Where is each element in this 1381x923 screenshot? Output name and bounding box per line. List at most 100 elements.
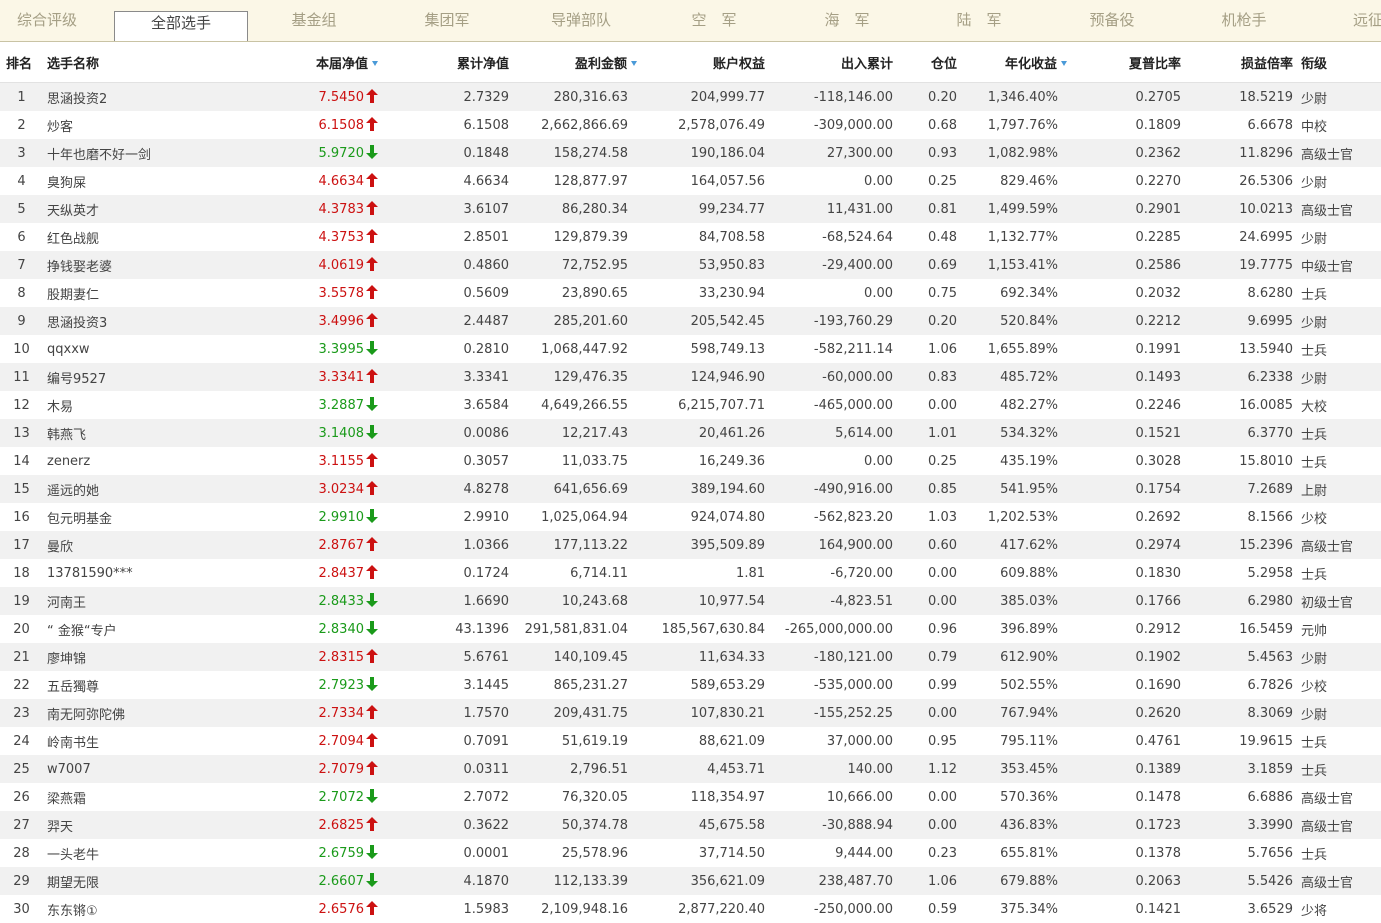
profit-cell: 209,431.75 (509, 699, 637, 727)
player-name[interactable]: 13781590*** (43, 559, 261, 587)
table-row[interactable]: 19 河南王 2.8433 1.6690 10,243.68 10,977.54 -4,82… (0, 587, 1381, 615)
position-cell: 0.83 (893, 363, 957, 391)
tab-1[interactable]: 全部选手 (114, 11, 248, 41)
pl-ratio-cell: 13.5940 (1181, 335, 1293, 363)
player-name[interactable]: qqxxw (43, 335, 261, 363)
equity-cell: 1.81 (637, 559, 765, 587)
col-header-pl-ratio[interactable]: 损益倍率 (1181, 42, 1293, 83)
tab-0[interactable]: 综合评级 (17, 0, 77, 41)
tab-10[interactable]: 远征 (1353, 0, 1381, 41)
table-row[interactable]: 7 挣钱娶老婆 4.0619 0.4860 72,752.95 53,950.83 -29,… (0, 251, 1381, 279)
table-row[interactable]: 15 遥远的她 3.0234 4.8278 641,656.69 389,194.60 -4… (0, 475, 1381, 503)
table-row[interactable]: 12 木易 3.2887 3.6584 4,649,266.55 6,215,707.71… (0, 391, 1381, 419)
player-name[interactable]: 河南王 (43, 587, 261, 615)
player-name[interactable]: 编号9527 (43, 363, 261, 391)
table-row[interactable]: 29 期望无限 2.6607 4.1870 112,133.39 356,621.09 23… (0, 867, 1381, 895)
table-row[interactable]: 30 东东锵① 2.6576 1.5983 2,109,948.16 2,877,220.… (0, 895, 1381, 923)
player-name[interactable]: w7007 (43, 755, 261, 783)
player-name[interactable]: 包元明基金 (43, 503, 261, 531)
player-name[interactable]: 遥远的她 (43, 475, 261, 503)
col-header-title[interactable]: 衔级 (1293, 42, 1381, 83)
table-row[interactable]: 11 编号9527 3.3341 3.3341 129,476.35 124,946.90… (0, 363, 1381, 391)
table-row[interactable]: 5 天纵英才 4.3783 3.6107 86,280.34 99,234.77 11,43… (0, 195, 1381, 223)
table-row[interactable]: 14 zenerz 3.1155 0.3057 11,033.75 16,249.36 0.… (0, 447, 1381, 475)
tab-7[interactable]: 陆 军 (956, 0, 1001, 41)
player-name[interactable]: 南无阿弥陀佛 (43, 699, 261, 727)
table-row[interactable]: 1 思涵投资2 7.5450 2.7329 280,316.63 204,999.77 -1… (0, 82, 1381, 111)
table-row[interactable]: 10 qqxxw 3.3995 0.2810 1,068,447.92 598,749.1… (0, 335, 1381, 363)
player-name[interactable]: 木易 (43, 391, 261, 419)
tab-6[interactable]: 海 军 (824, 0, 869, 41)
col-header-rank[interactable]: 排名 (0, 42, 43, 83)
table-row[interactable]: 28 一头老牛 2.6759 0.0001 25,578.96 37,714.50 9,44… (0, 839, 1381, 867)
table-row[interactable]: 22 五岳獨尊 2.7923 3.1445 865,231.27 589,653.29 -5… (0, 671, 1381, 699)
table-row[interactable]: 23 南无阿弥陀佛 2.7334 1.7570 209,431.75 107,830.21… (0, 699, 1381, 727)
table-row[interactable]: 25 w7007 2.7079 0.0311 2,796.51 4,453.71 140.0… (0, 755, 1381, 783)
player-name[interactable]: 炒客 (43, 111, 261, 139)
nav-value: 2.8433 (318, 594, 365, 609)
arrow-up-icon (366, 481, 378, 495)
col-header-cum-nav[interactable]: 累计净值 (382, 42, 509, 83)
player-name[interactable]: 思涵投资2 (43, 82, 261, 111)
player-name[interactable]: 臭狗屎 (43, 167, 261, 195)
tab-5[interactable]: 空 军 (691, 0, 736, 41)
table-row[interactable]: 9 思涵投资3 3.4996 2.4487 285,201.60 205,542.45 -1… (0, 307, 1381, 335)
col-header-profit[interactable]: 盈利金额 (509, 42, 637, 83)
table-row[interactable]: 2 炒客 6.1508 6.1508 2,662,866.69 2,578,076.49-… (0, 111, 1381, 139)
player-name[interactable]: 廖坤锦 (43, 643, 261, 671)
col-header-name[interactable]: 选手名称 (43, 42, 261, 83)
table-row[interactable]: 18 13781590*** 2.8437 0.1724 6,714.11 1.81 -6,… (0, 559, 1381, 587)
sharpe-cell: 0.2692 (1069, 503, 1181, 531)
player-name[interactable]: 曼欣 (43, 531, 261, 559)
tab-9[interactable]: 机枪手 (1221, 0, 1266, 41)
tab-4[interactable]: 导弹部队 (551, 0, 611, 41)
table-row[interactable]: 4 臭狗屎 4.6634 4.6634 128,877.97 164,057.56 0.00… (0, 167, 1381, 195)
col-header-flow[interactable]: 出入累计 (765, 42, 893, 83)
player-name[interactable]: 东东锵① (43, 895, 261, 923)
table-row[interactable]: 24 岭南书生 2.7094 0.7091 51,619.19 88,621.09 37,0… (0, 727, 1381, 755)
table-row[interactable]: 8 股期妻仁 3.5578 0.5609 23,890.65 33,230.94 0.00 0… (0, 279, 1381, 307)
player-name[interactable]: 梁燕霜 (43, 783, 261, 811)
pl-ratio-cell: 8.1566 (1181, 503, 1293, 531)
player-name[interactable]: 天纵英才 (43, 195, 261, 223)
tab-8[interactable]: 预备役 (1089, 0, 1134, 41)
rank-cell: 9 (0, 307, 43, 335)
pl-ratio-cell: 7.2689 (1181, 475, 1293, 503)
player-name[interactable]: 股期妻仁 (43, 279, 261, 307)
table-row[interactable]: 26 梁燕霜 2.7072 2.7072 76,320.05 118,354.97 10,6… (0, 783, 1381, 811)
table-row[interactable]: 17 曼欣 2.8767 1.0366 177,113.22 395,509.89 164,… (0, 531, 1381, 559)
tab-3[interactable]: 集团军 (424, 0, 469, 41)
player-name[interactable]: 十年也磨不好一剑 (43, 139, 261, 167)
player-name[interactable]: 期望无限 (43, 867, 261, 895)
table-row[interactable]: 27 羿天 2.6825 0.3622 50,374.78 45,675.58 -30,88… (0, 811, 1381, 839)
player-name[interactable]: 一头老牛 (43, 839, 261, 867)
player-name[interactable]: 五岳獨尊 (43, 671, 261, 699)
sharpe-cell: 0.2620 (1069, 699, 1181, 727)
player-name[interactable]: 红色战舰 (43, 223, 261, 251)
title-cell: 少尉 (1293, 643, 1381, 671)
cum-nav-cell: 4.1870 (382, 867, 509, 895)
player-name[interactable]: “ 金猴“专户 (43, 615, 261, 643)
col-header-annual[interactable]: 年化收益 (957, 42, 1069, 83)
player-name[interactable]: zenerz (43, 447, 261, 475)
tab-2[interactable]: 基金组 (291, 0, 336, 41)
table-row[interactable]: 3 十年也磨不好一剑 5.9720 0.1848 158,274.58 190,186.0… (0, 139, 1381, 167)
col-header-sharpe[interactable]: 夏普比率 (1069, 42, 1181, 83)
player-name[interactable]: 岭南书生 (43, 727, 261, 755)
player-name[interactable]: 羿天 (43, 811, 261, 839)
col-header-position[interactable]: 仓位 (893, 42, 957, 83)
title-cell: 高级士官 (1293, 531, 1381, 559)
table-row[interactable]: 21 廖坤锦 2.8315 5.6761 140,109.45 11,634.33 -180… (0, 643, 1381, 671)
col-header-name-label: 选手名称 (47, 56, 100, 72)
table-row[interactable]: 6 红色战舰 4.3753 2.8501 129,879.39 84,708.58 -68,… (0, 223, 1381, 251)
col-header-nav[interactable]: 本届净值 (261, 42, 382, 83)
table-row[interactable]: 13 韩燕飞 3.1408 0.0086 12,217.43 20,461.26 5,614… (0, 419, 1381, 447)
player-name[interactable]: 思涵投资3 (43, 307, 261, 335)
nav-value: 2.8340 (318, 622, 365, 637)
sharpe-cell: 0.4761 (1069, 727, 1181, 755)
col-header-equity[interactable]: 账户权益 (637, 42, 765, 83)
table-row[interactable]: 20 “ 金猴“专户 2.8340 43.1396 291,581,831.04 185,… (0, 615, 1381, 643)
player-name[interactable]: 韩燕飞 (43, 419, 261, 447)
player-name[interactable]: 挣钱娶老婆 (43, 251, 261, 279)
table-row[interactable]: 16 包元明基金 2.9910 2.9910 1,025,064.94 924,074.8… (0, 503, 1381, 531)
